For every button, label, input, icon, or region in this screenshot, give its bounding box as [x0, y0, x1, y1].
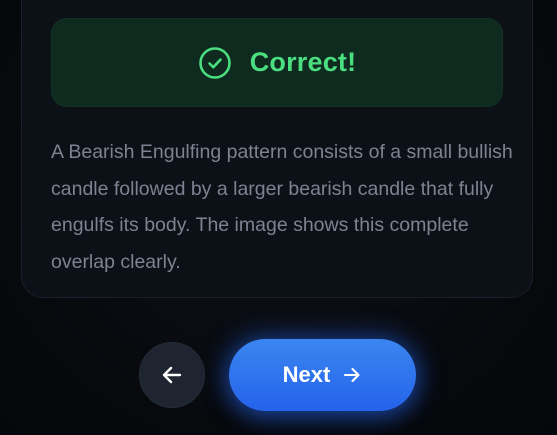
arrow-left-icon: [160, 363, 184, 387]
next-button-label: Next: [282, 362, 331, 387]
result-status-text: Correct!: [249, 47, 357, 77]
result-banner: Correct!: [51, 18, 503, 107]
explanation-text: A Bearish Engulfing pattern consists of …: [51, 141, 513, 273]
back-button[interactable]: [139, 342, 205, 408]
next-button[interactable]: Next: [229, 339, 416, 411]
check-circle-icon: [198, 46, 232, 80]
arrow-right-icon: [342, 365, 362, 385]
